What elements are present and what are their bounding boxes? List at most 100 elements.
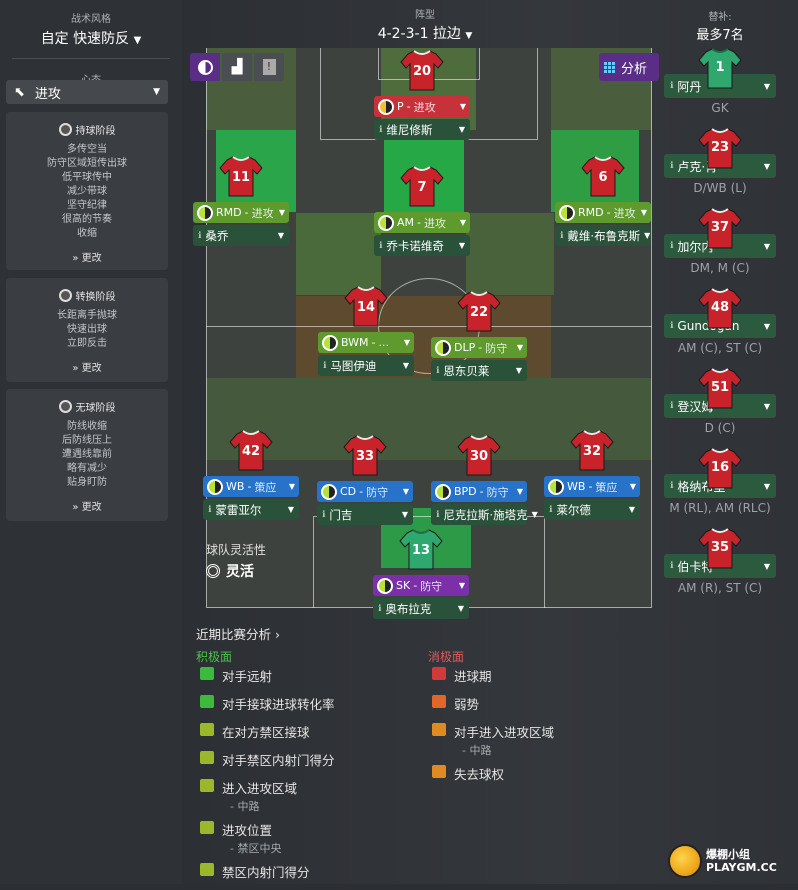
shirt-number: 16 — [710, 460, 730, 475]
in-possession-panel: 持球阶段 多传空当 防守区域短传出球 低平球传中 减少带球 坚守纪律 很高的节奏 收缩 » … — [6, 112, 168, 270]
role-familiarity-icon — [322, 334, 338, 351]
info-icon[interactable]: ℹ — [378, 604, 381, 614]
role-duty: ... — [378, 336, 390, 349]
analysis-label: 分析 — [621, 61, 648, 77]
sub-player[interactable]: 35 ℹ 伯卡特 ▼ AM (R), ST (C) — [664, 528, 776, 595]
player-name-selector[interactable]: ℹ 维尼修斯 ▼ — [374, 119, 470, 140]
player-name: 蒙雷亚尔 — [215, 502, 262, 517]
role-separator: - — [371, 336, 376, 349]
sub-player[interactable]: 37 ℹ 加尔内 ▼ DM, M (C) — [664, 208, 776, 275]
role-familiarity-icon — [435, 339, 451, 356]
info-icon[interactable]: ℹ — [560, 231, 563, 241]
role-selector[interactable]: WB - 策应 ▼ — [203, 476, 299, 497]
in-possession-title: 持球阶段 — [75, 126, 116, 137]
role-selector[interactable]: P - 进攻 ▼ — [374, 96, 470, 117]
info-icon[interactable]: ℹ — [208, 505, 211, 515]
sub-player[interactable]: 51 ℹ 登汉姆 ▼ D (C) — [664, 368, 776, 435]
shirt-number: 7 — [417, 180, 427, 195]
info-icon[interactable]: ℹ — [670, 161, 673, 171]
thumb-icon — [432, 723, 446, 736]
formation-header: 阵型 4-2-3-1 拉边 ▼ — [370, 6, 480, 43]
sub-player[interactable]: 48ℹGundogan▼AM (C), ST (C) — [664, 288, 776, 355]
player-name: 戴维·布鲁克斯 — [567, 228, 641, 243]
info-icon[interactable]: ℹ — [198, 231, 201, 241]
tactical-style-label: 战术风格 — [71, 14, 111, 25]
role-selector[interactable]: AM - 进攻 ▼ — [374, 212, 470, 233]
info-icon[interactable]: ℹ — [670, 561, 673, 571]
analysis-subtext: - 中路 — [230, 800, 260, 813]
role-selector[interactable]: CD - 防守 ▼ — [317, 481, 413, 502]
player-name-selector[interactable]: ℹ 桑乔 ▼ — [193, 225, 289, 246]
player-name-selector[interactable]: ℹ 乔卡诺维奇 ▼ — [374, 235, 470, 256]
role-selector[interactable]: DLP - 防守 ▼ — [431, 337, 527, 358]
info-icon[interactable]: ℹ — [379, 125, 382, 135]
in-possession-change-button[interactable]: » 更改 — [6, 249, 168, 264]
role-selector[interactable]: BPD - 防守 ▼ — [431, 481, 527, 502]
role-selector[interactable]: RMD - 进攻 ▼ — [193, 202, 289, 223]
info-icon[interactable]: ℹ — [670, 81, 673, 91]
instruction-line: 低平球传中 — [62, 172, 112, 183]
player-name-selector[interactable]: ℹ 马图伊迪 ▼ — [318, 355, 414, 376]
thumb-icon — [432, 765, 446, 778]
info-icon[interactable]: ℹ — [436, 366, 439, 376]
player-name-selector[interactable]: ℹ 门吉 ▼ — [317, 504, 413, 525]
stats-toggle-button[interactable]: ▟ — [222, 53, 252, 81]
sub-player[interactable]: 1 ℹ 阿丹 ▼ GK — [664, 48, 776, 115]
negatives-label: 消极面 — [428, 650, 465, 664]
info-toggle-button[interactable]: ! — [254, 53, 284, 81]
player-name-selector[interactable]: ℹ 莱尔德 ▼ — [544, 499, 640, 520]
info-icon[interactable]: ℹ — [436, 510, 439, 520]
role-separator: - — [479, 485, 484, 498]
instruction-line: 收缩 — [77, 228, 97, 239]
contrast-toggle-button[interactable] — [190, 53, 220, 81]
mentality-dropdown[interactable]: ⬉ 进攻 ▼ — [6, 80, 168, 104]
role-code: SK — [396, 579, 411, 592]
chevron-down-icon: ▼ — [458, 581, 465, 590]
role-familiarity-icon — [559, 204, 575, 221]
double-chevron-icon: » — [72, 363, 79, 374]
player-name-selector[interactable]: ℹ 戴维·布鲁克斯 ▼ — [555, 225, 651, 246]
shirt-number: 11 — [231, 170, 251, 185]
info-icon[interactable]: ℹ — [670, 401, 673, 411]
instruction-line: 多传空当 — [67, 144, 107, 155]
info-icon[interactable]: ℹ — [670, 241, 673, 251]
role-selector[interactable]: WB - 策应 ▼ — [544, 476, 640, 497]
player-name-selector[interactable]: ℹ 尼克拉斯·施塔克 ▼ — [431, 504, 538, 525]
info-icon[interactable]: ℹ — [670, 481, 673, 491]
analysis-text: 对手接球进球转化率 — [222, 697, 335, 712]
positives-label: 积极面 — [196, 650, 233, 664]
info-icon[interactable]: ℹ — [323, 361, 326, 371]
out-of-possession-change-button[interactable]: » 更改 — [6, 498, 168, 513]
transition-change-button[interactable]: » 更改 — [6, 359, 168, 374]
chevron-down-icon: ▼ — [763, 401, 770, 411]
recent-analysis-link[interactable]: 近期比赛分析 › — [196, 624, 280, 643]
player-name: 奥布拉克 — [385, 601, 432, 616]
formation-dropdown[interactable]: 4-2-3-1 拉边 ▼ — [370, 23, 480, 43]
exclamation-icon: ! — [262, 59, 276, 75]
player-name: 恩东贝莱 — [443, 363, 490, 378]
role-selector[interactable]: SK - 防守 ▼ — [373, 575, 469, 596]
out-of-possession-panel: 无球阶段 防线收缩 后防线压上 遭遇线靠前 略有减少 贴身盯防 » 更改 — [6, 389, 168, 521]
shirt-number: 6 — [598, 170, 608, 185]
team-fluidity-value: 灵活 — [226, 564, 254, 580]
info-icon[interactable]: ℹ — [322, 510, 325, 520]
player-name-selector[interactable]: ℹ 蒙雷亚尔 ▼ — [203, 499, 299, 520]
player-name: 桑乔 — [205, 228, 229, 243]
role-code: CD — [340, 485, 357, 498]
analysis-button[interactable]: 分析 — [599, 53, 659, 81]
player-name-selector[interactable]: ℹ 奥布拉克 ▼ — [373, 598, 469, 619]
info-icon[interactable]: ℹ — [670, 321, 673, 331]
thumb-icon — [432, 695, 446, 708]
player-name-selector[interactable]: ℹ 恩东贝莱 ▼ — [431, 360, 527, 381]
analysis-text: 弱势 — [454, 697, 480, 712]
analysis-text: 在对方禁区接球 — [222, 725, 310, 740]
info-icon[interactable]: ℹ — [549, 505, 552, 515]
player-name: 莱尔德 — [556, 502, 591, 517]
role-selector[interactable]: BWM - ... ▼ — [318, 332, 414, 353]
tactical-style-dropdown[interactable]: 自定 快速防反 ▼ — [0, 28, 182, 48]
sub-player[interactable]: 23 ℹ 卢克·肖 ▼ D/WB (L) — [664, 128, 776, 195]
thumb-icon — [200, 723, 214, 736]
info-icon[interactable]: ℹ — [379, 241, 382, 251]
sub-player[interactable]: 16 ℹ 格纳布里 ▼ M (RL), AM (RLC) — [664, 448, 776, 515]
role-selector[interactable]: RMD - 进攻 ▼ — [555, 202, 651, 223]
